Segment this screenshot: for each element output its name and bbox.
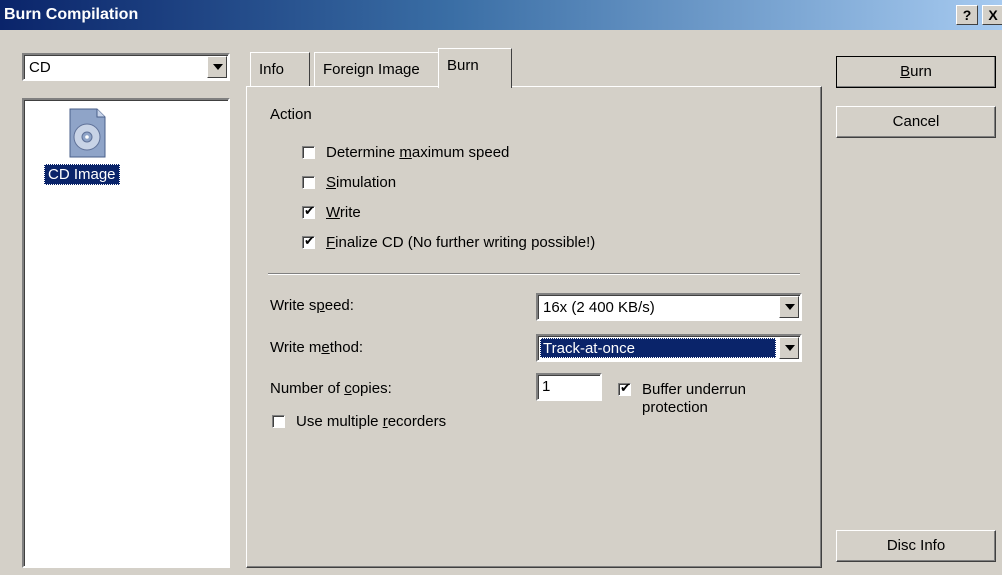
buffer-underrun-checkbox[interactable]: ✔ [618, 380, 631, 396]
write-label[interactable]: Write [326, 204, 361, 221]
title-bar: Burn Compilation ? X [0, 0, 1002, 30]
action-heading: Action [270, 106, 312, 123]
copies-input[interactable]: 1 [536, 373, 602, 401]
checkmark-icon: ✔ [304, 233, 315, 248]
checkmark-icon: ✔ [620, 380, 631, 395]
finalize-cd-label[interactable]: Finalize CD (No further writing possible… [326, 234, 595, 251]
simulation-label[interactable]: Simulation [326, 174, 396, 191]
tab-burn[interactable]: Burn [438, 48, 512, 88]
determine-max-speed-label[interactable]: Determine maximum speed [326, 144, 509, 161]
separator [268, 273, 800, 275]
disc-image-icon[interactable] [67, 108, 107, 158]
burn-button[interactable]: Burn [836, 56, 996, 88]
chevron-down-icon[interactable] [779, 337, 799, 359]
chevron-down-icon[interactable] [207, 56, 227, 78]
cancel-button[interactable]: Cancel [836, 106, 996, 138]
finalize-cd-checkbox[interactable]: ✔ [302, 233, 315, 249]
compilation-list[interactable]: CD Image [22, 98, 230, 568]
window-title: Burn Compilation [4, 6, 139, 23]
buffer-underrun-label[interactable]: Buffer underrun protection [642, 381, 746, 417]
copies-value: 1 [542, 378, 551, 395]
determine-max-speed-checkbox[interactable] [302, 146, 315, 159]
write-speed-combo[interactable]: 16x (2 400 KB/s) [536, 293, 802, 321]
multiple-recorders-label[interactable]: Use multiple recorders [296, 413, 446, 430]
write-speed-label: Write speed: [270, 297, 354, 314]
help-button[interactable]: ? [956, 5, 978, 25]
write-method-value: Track-at-once [543, 340, 635, 357]
close-button[interactable]: X [982, 5, 1002, 25]
media-type-value: CD [29, 59, 51, 76]
write-method-label: Write method: [270, 339, 364, 356]
checkmark-icon: ✔ [304, 203, 315, 218]
tab-foreign-image[interactable]: Foreign Image [314, 52, 440, 86]
write-speed-value: 16x (2 400 KB/s) [543, 299, 655, 316]
write-method-combo[interactable]: Track-at-once [536, 334, 802, 362]
disc-info-button[interactable]: Disc Info [836, 530, 996, 562]
write-checkbox[interactable]: ✔ [302, 203, 315, 219]
tab-info[interactable]: Info [250, 52, 310, 86]
chevron-down-icon[interactable] [779, 296, 799, 318]
multiple-recorders-checkbox[interactable] [272, 415, 285, 428]
simulation-checkbox[interactable] [302, 176, 315, 189]
copies-label: Number of copies: [270, 380, 392, 397]
media-type-combo[interactable]: CD [22, 53, 230, 81]
cd-image-item-label[interactable]: CD Image [44, 164, 120, 185]
